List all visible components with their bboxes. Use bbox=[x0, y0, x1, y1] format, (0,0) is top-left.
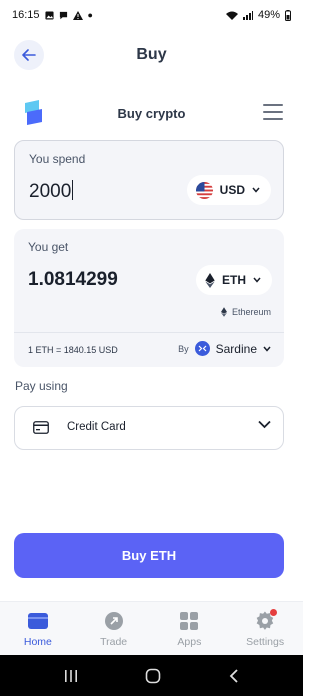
sardine-logo-icon bbox=[194, 341, 210, 356]
back-icon[interactable] bbox=[229, 668, 239, 683]
nav-item-trade[interactable]: Trade bbox=[76, 602, 152, 655]
get-amount: 1.0814299 bbox=[28, 269, 118, 290]
recent-apps-icon[interactable] bbox=[64, 669, 78, 683]
nav-item-apps[interactable]: Apps bbox=[152, 602, 228, 655]
widget-title: Buy crypto bbox=[117, 106, 186, 121]
nav-item-settings[interactable]: Settings bbox=[227, 602, 303, 655]
chevron-down-icon bbox=[252, 187, 260, 193]
nav-item-home[interactable]: Home bbox=[0, 602, 76, 655]
text-caret bbox=[72, 180, 74, 200]
nav-label-settings: Settings bbox=[246, 636, 285, 648]
spend-amount-value: 2000 bbox=[29, 181, 72, 202]
ethereum-icon bbox=[205, 272, 215, 288]
trade-icon bbox=[103, 611, 125, 631]
apps-grid-icon bbox=[178, 611, 200, 631]
credit-card-icon bbox=[33, 421, 49, 434]
spend-currency-selector[interactable]: USD bbox=[186, 175, 271, 205]
bottom-nav: Home Trade Apps Settings bbox=[0, 601, 303, 655]
pay-using-label: Pay using bbox=[15, 379, 68, 393]
us-flag-icon bbox=[195, 181, 213, 199]
notification-badge bbox=[270, 609, 278, 616]
wifi-icon bbox=[225, 11, 238, 20]
header: Buy bbox=[0, 36, 303, 76]
gallery-icon bbox=[44, 10, 54, 20]
chevron-down-icon bbox=[258, 420, 271, 429]
spend-amount-input[interactable]: 2000 bbox=[29, 180, 74, 203]
provider-prefix: By bbox=[178, 343, 189, 354]
page-title: Buy bbox=[136, 46, 167, 63]
warning-icon bbox=[72, 10, 83, 20]
home-wallet-icon bbox=[27, 611, 49, 631]
spend-label: You spend bbox=[29, 152, 86, 166]
get-currency-selector[interactable]: ETH bbox=[196, 265, 272, 295]
menu-line bbox=[263, 118, 283, 120]
divider bbox=[14, 332, 284, 333]
battery-icon bbox=[285, 9, 291, 21]
buy-eth-button[interactable]: Buy ETH bbox=[14, 533, 284, 578]
hamburger-menu-button[interactable] bbox=[263, 104, 283, 120]
payment-method-select[interactable]: Credit Card bbox=[14, 406, 284, 450]
signal-icon bbox=[242, 10, 253, 20]
chevron-down-icon bbox=[253, 277, 261, 283]
get-currency-code: ETH bbox=[222, 273, 246, 287]
provider-name: Sardine bbox=[215, 341, 257, 356]
menu-line bbox=[263, 111, 283, 113]
dot-icon: ● bbox=[87, 9, 93, 20]
settings-gear-icon bbox=[254, 609, 278, 631]
nav-label-trade: Trade bbox=[100, 636, 128, 648]
exchange-rate: 1 ETH = 1840.15 USD bbox=[28, 345, 118, 355]
status-bar: 16:15 ● 49% bbox=[0, 0, 303, 30]
network-label: Ethereum bbox=[220, 307, 271, 317]
get-card: You get 1.0814299 ETH Ethereum 1 ETH = 1… bbox=[14, 229, 284, 367]
status-time: 16:15 bbox=[12, 9, 40, 21]
nav-label-home: Home bbox=[23, 636, 52, 648]
nav-label-apps: Apps bbox=[177, 636, 202, 648]
message-icon bbox=[59, 11, 67, 19]
spend-currency-code: USD bbox=[219, 183, 245, 197]
spend-card: You spend 2000 USD bbox=[14, 140, 284, 220]
home-icon[interactable] bbox=[145, 668, 161, 684]
get-label: You get bbox=[28, 240, 69, 254]
system-nav-bar bbox=[0, 655, 303, 696]
widget-header: Buy crypto bbox=[0, 98, 303, 128]
ethereum-icon bbox=[220, 307, 227, 317]
hamburger-menu-icon bbox=[263, 104, 283, 106]
payment-method-value: Credit Card bbox=[67, 421, 126, 433]
provider-selector[interactable]: By Sardine bbox=[178, 341, 271, 356]
battery-percent: 49% bbox=[257, 9, 280, 21]
network-name: Ethereum bbox=[231, 307, 271, 317]
chevron-down-icon bbox=[263, 346, 271, 352]
